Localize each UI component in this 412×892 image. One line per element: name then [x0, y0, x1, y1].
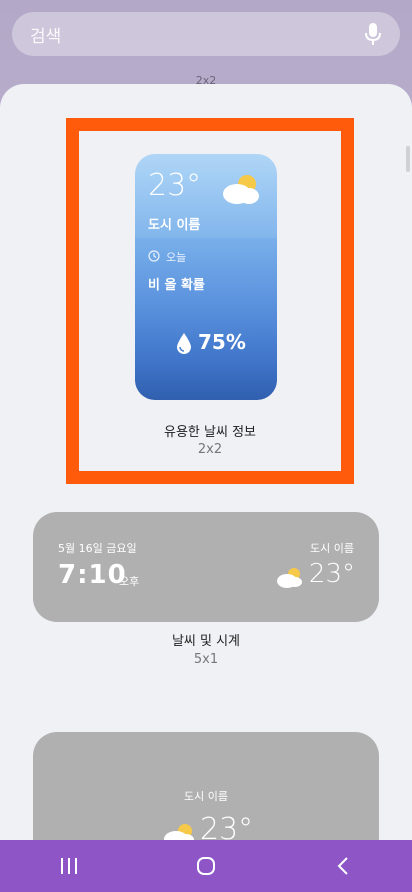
ampm-label: 오후	[119, 575, 140, 588]
city-name: 도시 이름	[148, 218, 201, 233]
time-label: 7:10	[58, 560, 127, 590]
scrollbar[interactable]	[406, 146, 410, 172]
temperature: 23°	[148, 168, 202, 203]
back-button[interactable]	[323, 846, 363, 886]
rain-chance-label: 비 올 확률	[148, 278, 205, 293]
rain-percent: 75%	[198, 330, 246, 354]
recents-icon	[60, 858, 77, 874]
weather-clock-widget-preview[interactable]: 5월 16일 금요일 7:10 오후 도시 이름 23°	[33, 512, 379, 622]
home-icon	[196, 857, 215, 875]
cloud-sun-icon	[164, 824, 194, 840]
search-input[interactable]: 검색	[30, 22, 364, 47]
navigation-bar	[0, 840, 412, 892]
date-label: 5월 16일 금요일	[58, 542, 137, 555]
widget-size: 2x2	[197, 442, 223, 457]
weather-widget-preview[interactable]: 도시 이름 23°	[33, 732, 379, 840]
widget-title: 날씨 및 시계	[171, 634, 241, 649]
mic-icon[interactable]	[364, 22, 382, 46]
widget-size: 5x1	[193, 652, 219, 667]
cloud-sun-icon	[277, 568, 302, 588]
useful-weather-widget-preview[interactable]: 23° 도시 이름 오늘 비 올 확률 75%	[135, 154, 277, 400]
home-button[interactable]	[186, 846, 226, 886]
widget-picker-sheet: 23° 도시 이름 오늘 비 올 확률 75% 유용한 날씨 정보 2x2 5월…	[0, 84, 412, 840]
city-name: 도시 이름	[310, 542, 354, 555]
city-name: 도시 이름	[184, 790, 228, 803]
temperature: 23°	[200, 812, 254, 840]
cloud-sun-icon	[223, 175, 259, 204]
recents-button[interactable]	[49, 846, 89, 886]
clock-icon	[148, 250, 160, 262]
back-icon	[337, 857, 349, 875]
previous-widget-size-label: 2x2	[195, 74, 217, 84]
temperature: 23°	[308, 559, 355, 589]
search-bar[interactable]: 검색	[12, 12, 400, 56]
widget-title: 유용한 날씨 정보	[164, 425, 256, 440]
selected-widget-frame[interactable]: 23° 도시 이름 오늘 비 올 확률 75% 유용한 날씨 정보 2x2	[66, 118, 354, 484]
today-label: 오늘	[166, 251, 187, 264]
raindrop-icon	[177, 333, 191, 354]
